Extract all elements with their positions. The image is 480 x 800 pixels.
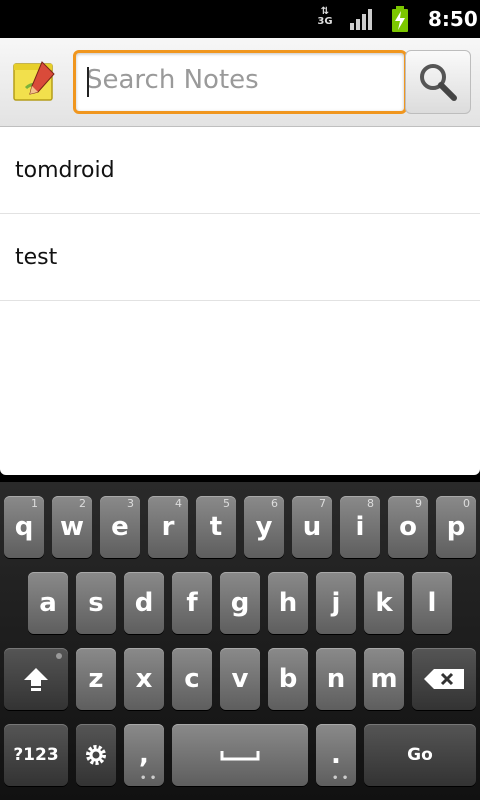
key-i[interactable]: i8 (340, 496, 380, 558)
text-cursor (87, 67, 89, 97)
search-bar (0, 38, 480, 127)
key-e[interactable]: e3 (100, 496, 140, 558)
signal-icon (350, 9, 372, 30)
key-y[interactable]: y6 (244, 496, 284, 558)
key-m[interactable]: m (364, 648, 404, 710)
settings-gear-icon (86, 745, 106, 765)
key-p[interactable]: p0 (436, 496, 476, 558)
key-f[interactable]: f (172, 572, 212, 634)
key-l[interactable]: l (412, 572, 452, 634)
go-key[interactable]: Go (364, 724, 476, 786)
shift-arrow-icon (24, 668, 48, 691)
magnifier-icon (420, 64, 457, 101)
key-g[interactable]: g (220, 572, 260, 634)
battery-charging-icon (392, 6, 408, 32)
key-v[interactable]: v (220, 648, 260, 710)
period-extra-hint: • • (332, 773, 349, 784)
key-z[interactable]: z (76, 648, 116, 710)
key-t[interactable]: t5 (196, 496, 236, 558)
clock: 8:50 (428, 7, 478, 31)
search-button[interactable] (405, 50, 471, 114)
key-o[interactable]: o9 (388, 496, 428, 558)
note-title: test (15, 244, 58, 270)
backspace-key[interactable] (412, 648, 476, 710)
search-input-container[interactable] (73, 50, 407, 114)
key-d[interactable]: d (124, 572, 164, 634)
caps-lock-indicator (56, 653, 62, 659)
key-u[interactable]: u7 (292, 496, 332, 558)
comma-extra-hint: • • (140, 773, 157, 784)
key-b[interactable]: b (268, 648, 308, 710)
key-q[interactable]: q1 (4, 496, 44, 558)
key-n[interactable]: n (316, 648, 356, 710)
shift-key[interactable] (4, 648, 68, 710)
space-key[interactable] (172, 724, 308, 786)
network-indicator: ⇅ 3G (316, 7, 334, 27)
network-type: 3G (317, 16, 333, 27)
soft-keyboard: q1 w2 e3 r4 t5 y6 u7 i8 o9 p0 a s d f g … (0, 482, 480, 800)
key-h[interactable]: h (268, 572, 308, 634)
key-r[interactable]: r4 (148, 496, 188, 558)
notes-app-icon (13, 61, 55, 101)
key-a[interactable]: a (28, 572, 68, 634)
comma-key[interactable]: , • • (124, 724, 164, 786)
note-item-tomdroid[interactable]: tomdroid (0, 127, 480, 214)
space-bar-icon (220, 751, 260, 761)
symbols-key[interactable]: ?123 (4, 724, 68, 786)
backspace-icon (424, 669, 464, 689)
period-key[interactable]: . • • (316, 724, 356, 786)
key-s[interactable]: s (76, 572, 116, 634)
settings-key[interactable] (76, 724, 116, 786)
key-j[interactable]: j (316, 572, 356, 634)
status-bar: ⇅ 3G 8:50 (0, 0, 480, 38)
search-input[interactable] (86, 53, 386, 107)
key-c[interactable]: c (172, 648, 212, 710)
notes-list: tomdroid test (0, 127, 480, 475)
key-w[interactable]: w2 (52, 496, 92, 558)
key-k[interactable]: k (364, 572, 404, 634)
key-x[interactable]: x (124, 648, 164, 710)
note-title: tomdroid (15, 157, 115, 183)
note-item-test[interactable]: test (0, 214, 480, 301)
